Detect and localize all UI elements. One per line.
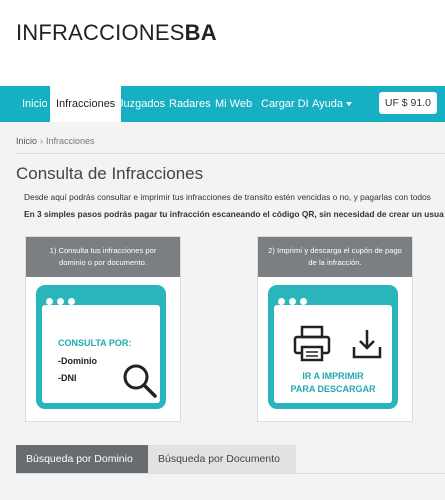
nav-item-juzgados[interactable]: Juzgados [118,86,165,122]
divider [16,153,445,154]
window-dots-icon [46,292,79,305]
logo-text-bold: BA [184,20,217,45]
page-description: Desde aquí podrás consultar e imprimir t… [24,192,431,202]
breadcrumb-home-link[interactable]: Inicio [16,136,37,146]
logo-text-light: INFRACCIONES [16,20,185,45]
illustration-line-descargar: PARA DESCARGAR [290,384,376,394]
magnifier-icon [123,364,157,398]
site-logo[interactable]: INFRACCIONESBA [16,20,217,46]
step-card-consulta: 1) Consulta tus infracciones por dominio… [25,236,181,422]
main-navbar: Inicio Infracciones Juzgados Radares Mi … [0,86,445,122]
illustration-line-dni: -DNI [58,373,77,383]
nav-item-radares[interactable]: Radares [169,86,211,122]
step-card-header: 2) Imprimí y descarga el cupón de pago d… [258,237,412,277]
nav-item-inicio[interactable]: Inicio [22,86,48,122]
breadcrumb: Inicio › Infracciones [16,136,95,146]
window-dots-icon [278,292,311,305]
breadcrumb-separator: › [40,136,44,146]
tab-busqueda-documento[interactable]: Búsqueda por Documento [148,445,296,473]
chevron-down-icon [346,102,352,107]
steps-note: En 3 simples pasos podrás pagar tu infra… [24,209,444,219]
illustration-line-dominio: -Dominio [58,356,97,366]
browser-illustration: IR A IMPRIMIR PARA DESCARGAR [268,285,398,409]
download-icon [352,330,382,359]
illustration-title: CONSULTA POR: [58,338,132,348]
step-card-imprimir: 2) Imprimí y descarga el cupón de pago d… [257,236,413,422]
tabs-divider [16,473,445,474]
tab-busqueda-dominio[interactable]: Búsqueda por Dominio [16,445,148,473]
step-card-header: 1) Consulta tus infracciones por dominio… [26,237,180,277]
breadcrumb-current: Infracciones [46,136,95,146]
browser-illustration: CONSULTA POR: -Dominio -DNI [36,285,166,409]
nav-item-ayuda-label: Ayuda [312,98,343,110]
uf-value-badge: UF $ 91.0 [378,92,437,114]
illustration-line-imprimir: IR A IMPRIMIR [302,371,364,381]
nav-item-mi-web[interactable]: Mi Web [215,86,252,122]
nav-item-ayuda[interactable]: Ayuda [312,86,352,122]
nav-item-cargar-di[interactable]: Cargar DI [261,86,309,122]
browser-window-body: CONSULTA POR: -Dominio -DNI [42,305,160,403]
printer-icon [293,325,331,362]
page-title: Consulta de Infracciones [16,164,204,183]
nav-item-infracciones[interactable]: Infracciones [50,86,122,122]
main-content: Inicio › Infracciones Consulta de Infracci… [0,122,445,500]
browser-window-body: IR A IMPRIMIR PARA DESCARGAR [274,305,392,403]
